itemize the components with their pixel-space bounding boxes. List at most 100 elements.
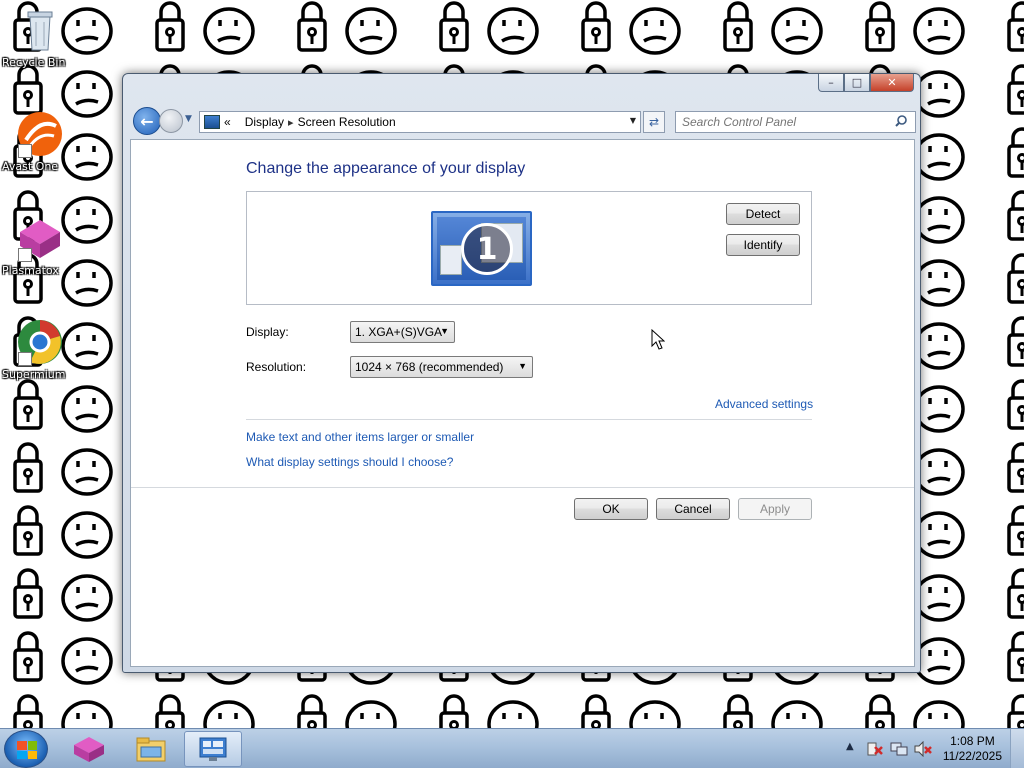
monitor-1-tile[interactable]: 1 [431, 211, 532, 286]
wallpaper-tile-icon [1007, 568, 1024, 619]
resolution-dropdown-value: 1024 × 768 (recommended) [355, 360, 504, 374]
wallpaper-tile-icon [439, 1, 539, 55]
plasmatox-icon [16, 214, 64, 262]
windows-logo-icon [17, 741, 37, 759]
apply-button[interactable]: Apply [738, 498, 812, 520]
monitor-window-graphic [440, 245, 462, 275]
breadcrumb-display[interactable]: Display [245, 115, 284, 129]
text-size-link[interactable]: Make text and other items larger or smal… [246, 430, 474, 444]
network-icon[interactable] [890, 741, 908, 757]
footer-divider [131, 487, 914, 488]
display-settings-help-link[interactable]: What display settings should I choose? [246, 455, 453, 469]
wallpaper-tile-icon [1007, 694, 1024, 728]
maximize-button[interactable]: □ [844, 74, 870, 92]
chevron-down-icon: ▼ [440, 326, 449, 336]
breadcrumb-screen-resolution[interactable]: Screen Resolution [298, 115, 396, 129]
wallpaper-tile-icon [1007, 442, 1024, 493]
wallpaper-tile-icon [13, 253, 113, 307]
back-button[interactable]: ← [133, 107, 161, 135]
ok-button[interactable]: OK [574, 498, 648, 520]
desktop-icon-label: Plasmatox [2, 264, 59, 277]
recycle-bin-icon [16, 6, 64, 54]
wallpaper-tile-icon [13, 379, 113, 433]
advanced-settings-link[interactable]: Advanced settings [715, 397, 813, 411]
wallpaper-tile-icon [1007, 253, 1024, 304]
shortcut-arrow-icon [18, 352, 32, 366]
plasmatox-icon [74, 737, 104, 762]
desktop-icon-plasmatox[interactable]: Plasmatox [2, 214, 78, 277]
close-button[interactable]: ✕ [870, 74, 914, 92]
taskbar-clock[interactable]: 1:08 PM 11/22/2025 [943, 734, 1002, 764]
folder-icon [136, 737, 166, 762]
section-divider [246, 419, 812, 420]
detect-button[interactable]: Detect [726, 203, 800, 225]
wallpaper-tile-icon [1007, 190, 1024, 241]
wallpaper-tile-icon [13, 64, 113, 118]
start-button[interactable] [4, 730, 48, 768]
wallpaper-tile-icon [13, 568, 113, 622]
action-center-icon[interactable] [866, 741, 884, 757]
avast-icon [16, 110, 64, 158]
wallpaper-tile-icon [1007, 505, 1024, 556]
wallpaper-tile-icon [1007, 631, 1024, 682]
navigation-bar: ← ▼ « Display ▸ Screen Resolution ▼ ⇄ [129, 104, 916, 138]
display-dropdown-value: 1. XGA+(S)VGA [355, 325, 443, 339]
page-title: Change the appearance of your display [246, 160, 526, 177]
address-overflow-chevron[interactable]: « [224, 115, 231, 129]
search-input[interactable] [675, 111, 916, 133]
search-icon[interactable] [895, 115, 907, 127]
show-desktop-button[interactable] [1010, 729, 1024, 768]
wallpaper-tile-icon [1007, 316, 1024, 367]
screen-resolution-window: – □ ✕ ← ▼ « Display ▸ Screen Resolution … [122, 73, 921, 673]
shortcut-arrow-icon [18, 248, 32, 262]
wallpaper-tile-icon [1007, 64, 1024, 115]
desktop-icon-label: Recycle Bin [2, 56, 66, 69]
forward-button[interactable] [159, 109, 183, 133]
system-tray: ▲ [844, 729, 944, 768]
refresh-button[interactable]: ⇄ [643, 111, 665, 133]
desktop-icon-label: Avast One [2, 160, 59, 173]
minimize-button[interactable]: – [818, 74, 844, 92]
wallpaper-tile-icon [155, 1, 255, 55]
show-hidden-icons-button[interactable]: ▲ [846, 741, 854, 752]
wallpaper-tile-icon [297, 694, 397, 728]
monitor-arrangement-area: 1 Detect Identify [246, 191, 812, 305]
wallpaper-tile-icon [155, 694, 255, 728]
control-panel-icon [199, 737, 227, 761]
taskbar-control-panel[interactable] [184, 731, 242, 767]
volume-muted-icon[interactable] [914, 741, 932, 757]
wallpaper-tile-icon [581, 1, 681, 55]
wallpaper-tile-icon [13, 694, 113, 728]
wallpaper-tile-icon [865, 694, 965, 728]
wallpaper-tile-icon [723, 694, 823, 728]
wallpaper-tile-icon [723, 1, 823, 55]
taskbar-explorer[interactable] [122, 731, 180, 767]
wallpaper-tile-icon [865, 1, 965, 55]
breadcrumb-separator-icon[interactable]: ▸ [288, 116, 294, 129]
control-panel-icon [204, 115, 220, 129]
taskbar: ▲ 1:08 PM 11/22/2025 [0, 728, 1024, 768]
shortcut-arrow-icon [18, 144, 32, 158]
supermium-icon [16, 318, 64, 366]
monitor-screen: 1 [437, 217, 526, 280]
cancel-button[interactable]: Cancel [656, 498, 730, 520]
display-dropdown[interactable]: 1. XGA+(S)VGA ▼ [350, 321, 455, 343]
address-dropdown-icon[interactable]: ▼ [630, 116, 636, 125]
wallpaper-tile-icon [13, 505, 113, 559]
content-pane: Change the appearance of your display 1 … [130, 139, 915, 667]
desktop-icon-recycle-bin[interactable]: Recycle Bin [2, 6, 78, 69]
taskbar-plasmatox[interactable] [60, 731, 118, 767]
monitor-number: 1 [461, 223, 513, 275]
address-bar[interactable]: « Display ▸ Screen Resolution ▼ [199, 111, 641, 133]
desktop-icon-avast-one[interactable]: Avast One [2, 110, 78, 173]
wallpaper-tile-icon [581, 694, 681, 728]
resolution-dropdown[interactable]: 1024 × 768 (recommended) ▼ [350, 356, 533, 378]
wallpaper-tile-icon [439, 694, 539, 728]
desktop-icon-supermium[interactable]: Supermium [2, 318, 78, 381]
wallpaper-tile-icon [13, 631, 113, 685]
wallpaper-tile-icon [297, 1, 397, 55]
recent-pages-dropdown[interactable]: ▼ [185, 114, 197, 126]
display-label: Display: [246, 325, 289, 339]
identify-button[interactable]: Identify [726, 234, 800, 256]
caption-buttons: – □ ✕ [818, 74, 914, 94]
